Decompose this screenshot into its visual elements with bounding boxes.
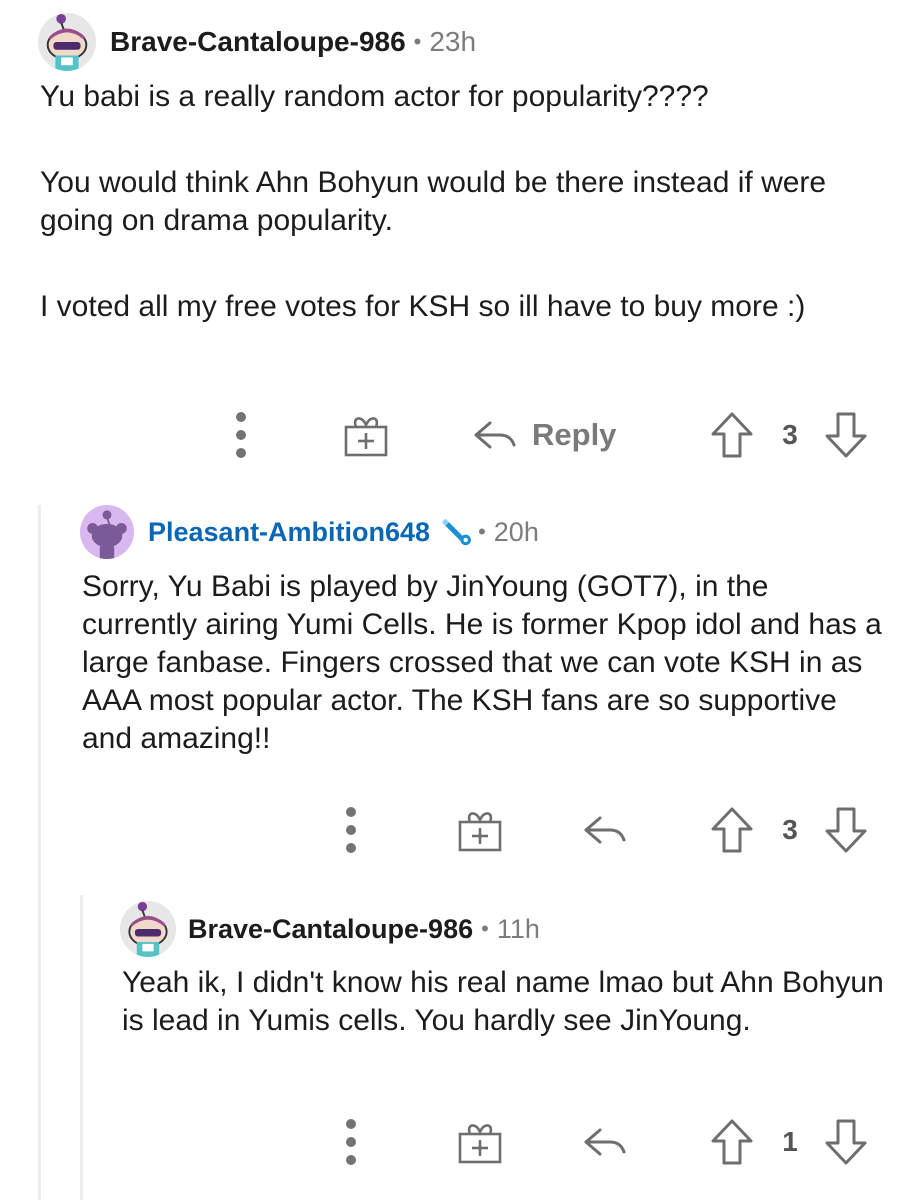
upvote-arrow-icon [710, 1118, 754, 1166]
comment-paragraph: Sorry, Yu Babi is played by JinYoung (GO… [82, 570, 882, 755]
reply-label: Reply [532, 417, 617, 452]
downvote-button[interactable] [822, 405, 870, 465]
award-button[interactable] [454, 1112, 506, 1172]
downvote-arrow-icon [824, 1118, 868, 1166]
user-avatar[interactable] [80, 505, 134, 559]
upvote-arrow-icon [710, 411, 754, 459]
comment-age: 23h [429, 26, 477, 57]
comment-body: Sorry, Yu Babi is played by JinYoung (GO… [82, 568, 882, 758]
comment-body: Yu babi is a really random actor for pop… [40, 78, 900, 326]
comment-paragraph: Yu babi is a really random actor for pop… [40, 80, 709, 113]
comment-actions: Reply 3 [0, 405, 913, 465]
comment-age: 11h [496, 913, 540, 944]
comment-paragraph: Yeah ik, I didn't know his real name lma… [122, 966, 884, 1037]
separator-dot: • [478, 519, 486, 544]
comment-header: Brave-Cantaloupe-986 • 23h [38, 12, 476, 72]
vote-count: 1 [782, 1126, 798, 1157]
reply-arrow-icon [470, 417, 518, 453]
separator-dot: • [481, 916, 489, 941]
vote-count: 3 [782, 419, 798, 450]
gift-award-icon [456, 806, 504, 854]
more-options-button[interactable] [336, 800, 366, 860]
vote-count: 3 [782, 814, 798, 845]
more-vertical-icon [344, 800, 358, 860]
comment-paragraph: I voted all my free votes for KSH so ill… [40, 290, 806, 323]
reply-arrow-icon [580, 1124, 628, 1160]
reply-arrow-icon [580, 812, 628, 848]
comment-age: 20h [493, 516, 539, 547]
award-button[interactable] [454, 800, 506, 860]
wrench-flair-icon [438, 517, 474, 547]
comment-actions: 3 [0, 800, 913, 860]
separator-dot: • [413, 29, 422, 54]
comment-body: Yeah ik, I didn't know his real name lma… [122, 964, 897, 1040]
username[interactable]: Brave-Cantaloupe-986 [188, 914, 473, 945]
gift-award-icon [342, 411, 390, 459]
username[interactable]: Pleasant-Ambition648 [148, 517, 430, 548]
downvote-button[interactable] [822, 800, 870, 860]
comment-paragraph: You would think Ahn Bohyun would be ther… [40, 166, 827, 237]
comment-header: Pleasant-Ambition648 • 20h [80, 504, 539, 560]
more-vertical-icon [344, 1112, 358, 1172]
downvote-button[interactable] [822, 1112, 870, 1172]
upvote-button[interactable] [708, 1112, 756, 1172]
comment-header: Brave-Cantaloupe-986 • 11h [120, 900, 540, 958]
user-avatar[interactable] [38, 13, 96, 71]
reply-button[interactable] [578, 800, 630, 860]
user-avatar[interactable] [120, 901, 176, 957]
reply-button[interactable]: Reply [470, 405, 640, 465]
more-options-button[interactable] [336, 1112, 366, 1172]
upvote-arrow-icon [710, 806, 754, 854]
gift-award-icon [456, 1118, 504, 1166]
more-options-button[interactable] [226, 405, 256, 465]
reply-button[interactable] [578, 1112, 630, 1172]
more-vertical-icon [234, 405, 248, 465]
username[interactable]: Brave-Cantaloupe-986 [110, 26, 406, 58]
comment-actions: 1 [0, 1112, 913, 1172]
downvote-arrow-icon [824, 806, 868, 854]
upvote-button[interactable] [708, 800, 756, 860]
downvote-arrow-icon [824, 411, 868, 459]
upvote-button[interactable] [708, 405, 756, 465]
award-button[interactable] [340, 405, 392, 465]
